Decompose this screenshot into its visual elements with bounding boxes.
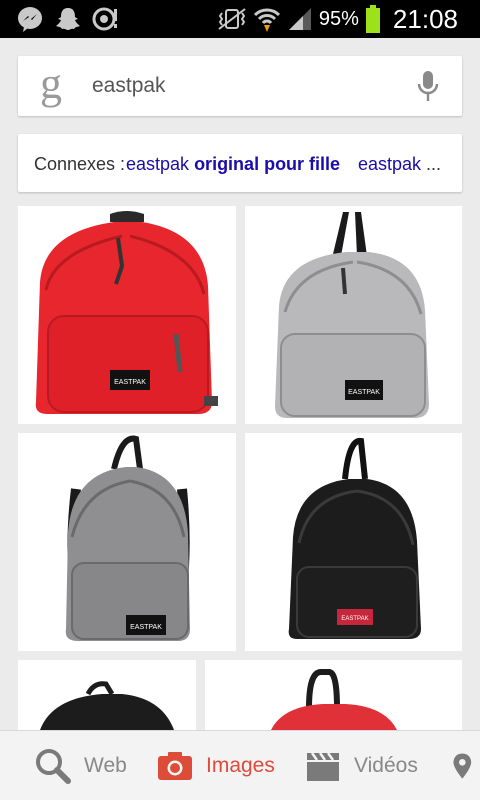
tab-videos-label[interactable]: Vidéos [354,754,418,778]
brand-text: EASTPAK [341,616,368,622]
messenger-icon [18,7,42,32]
image-result[interactable]: EASTPAK [245,206,462,424]
microphone-icon[interactable] [416,70,440,104]
brand-text: EASTPAK [114,379,146,386]
clock: 21:08 [392,3,458,34]
search-icon [36,749,71,784]
tab-images[interactable]: Images [156,731,275,800]
image-result[interactable]: EASTPAK [18,433,236,651]
battery-icon [365,5,380,33]
backpack-image[interactable]: EASTPAK [18,433,236,651]
wifi-icon [253,8,280,32]
vibrate-icon [218,8,246,30]
backpack-image[interactable]: EASTPAK [18,206,236,424]
backpack-image[interactable] [18,660,196,730]
status-right: 95% 21:08 [217,4,458,34]
related-more: ... [426,154,442,174]
tab-videos[interactable]: Vidéos [304,731,418,800]
related-label: Connexes : [34,154,126,174]
brand-text: EASTPAK [348,389,380,396]
film-clapper-icon [307,752,339,781]
backpack-image[interactable]: EASTPAK [245,433,462,651]
google-logo[interactable]: g [40,62,62,106]
related-searches: Connexes : eastpak original pour fille e… [18,134,462,192]
camera-icon [158,752,192,780]
image-result[interactable]: EASTPAK [18,206,236,424]
signal-icon [288,8,311,30]
notification-icons [16,5,120,33]
related-link-2[interactable]: eastpak [358,154,421,175]
tab-maps[interactable] [452,731,480,800]
tab-images-label[interactable]: Images [206,754,275,778]
tab-web[interactable]: Web [34,731,127,800]
backpack-image[interactable] [205,660,462,730]
image-result[interactable] [18,660,196,730]
search-query[interactable]: eastpak [92,74,166,98]
bottom-nav: Web Images Vidéos [0,730,480,800]
image-result[interactable]: EASTPAK [245,433,462,651]
snapchat-icon [56,8,80,30]
video-call-icon [92,7,117,31]
related-link-1-bold[interactable]: original pour fille [194,154,340,174]
related-link-1[interactable]: eastpak original pour fille [126,154,340,175]
tab-web-label[interactable]: Web [84,754,127,778]
image-result[interactable] [205,660,462,730]
status-bar: 95% 21:08 [0,0,480,38]
battery-percent: 95% [318,7,359,30]
related-link-1-plain[interactable]: eastpak [126,154,189,174]
map-pin-icon [453,753,472,779]
brand-text: EASTPAK [130,624,162,631]
backpack-image[interactable]: EASTPAK [245,206,462,424]
search-bar[interactable]: g eastpak [18,56,462,116]
